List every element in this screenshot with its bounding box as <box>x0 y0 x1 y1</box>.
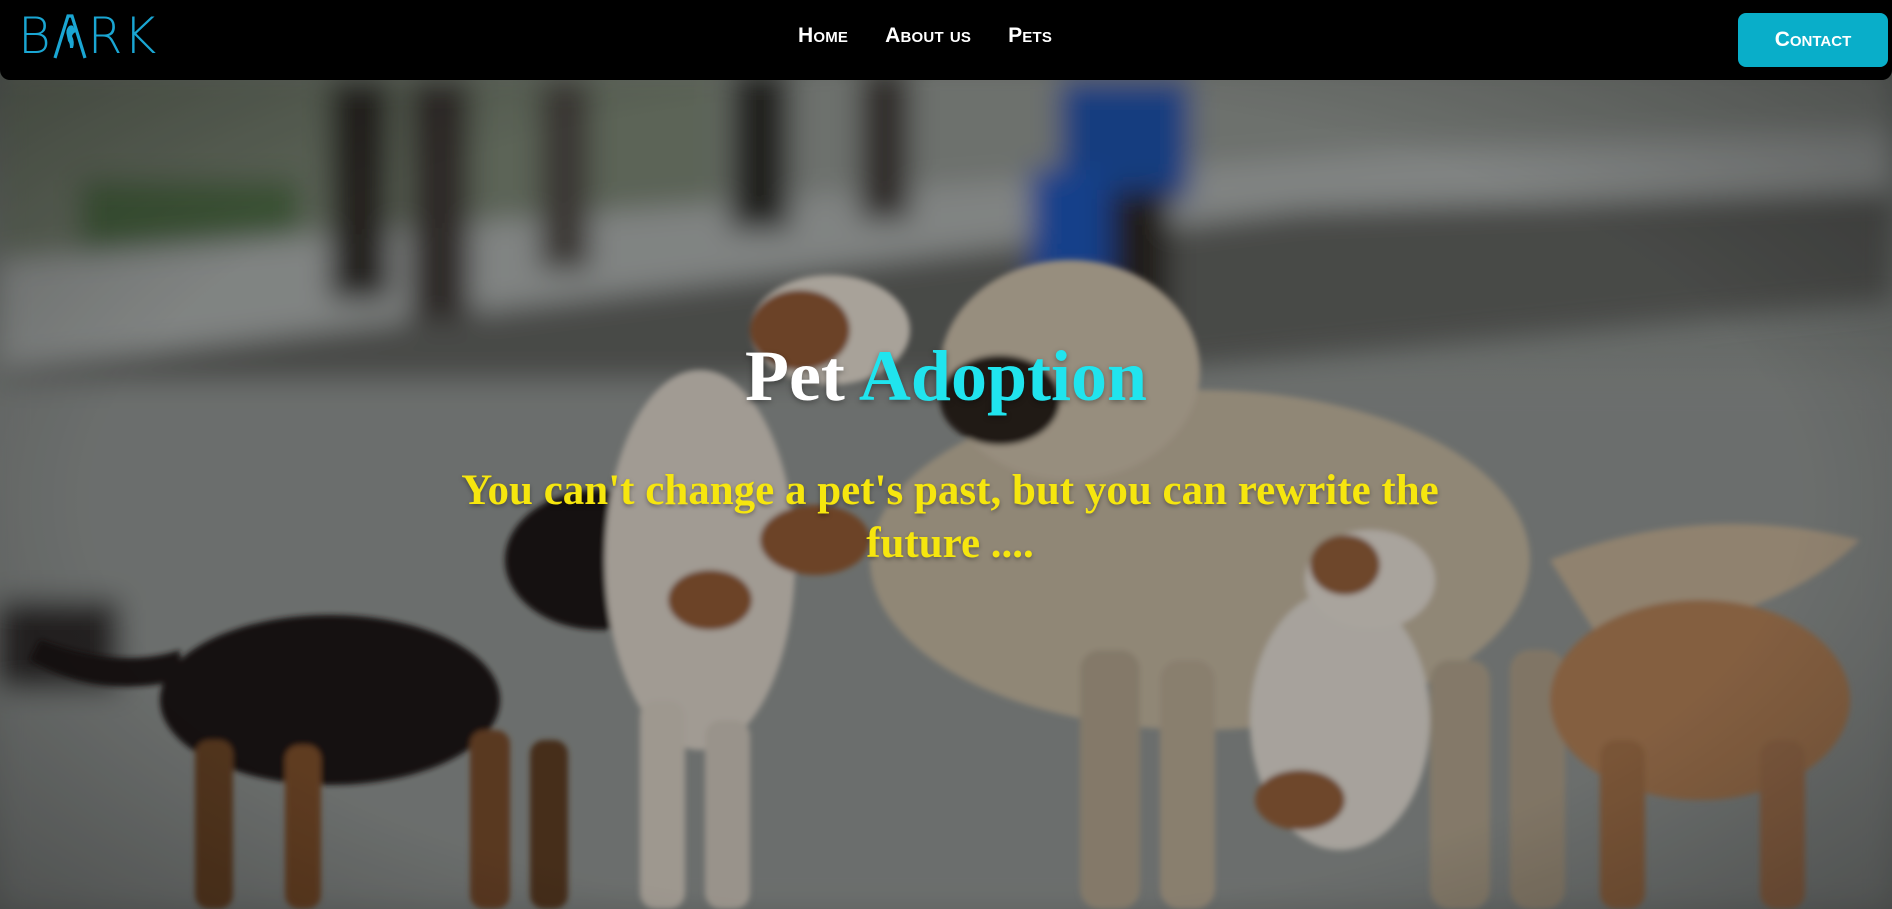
main-nav: Home About us Pets <box>798 24 1052 48</box>
nav-home[interactable]: Home <box>798 24 848 48</box>
bark-logo[interactable]: B RK <box>18 10 157 62</box>
navbar: B RK Home About us Pets Contact <box>0 0 1892 80</box>
dog-silhouette-icon <box>53 12 87 60</box>
hero-title-part2: Adoption <box>858 336 1148 416</box>
nav-pets[interactable]: Pets <box>1008 24 1052 48</box>
hero-overlay <box>0 0 1892 909</box>
hero-section <box>0 0 1892 909</box>
contact-button[interactable]: Contact <box>1738 13 1888 67</box>
logo-text-right: RK <box>87 7 158 65</box>
nav-about-us[interactable]: About us <box>885 24 971 48</box>
logo-text-left: B <box>18 7 52 65</box>
hero-subtitle: You can't change a pet's past, but you c… <box>461 467 1439 567</box>
hero-title: Pet Adoption <box>0 340 1892 412</box>
hero-title-part1: Pet <box>744 336 845 416</box>
